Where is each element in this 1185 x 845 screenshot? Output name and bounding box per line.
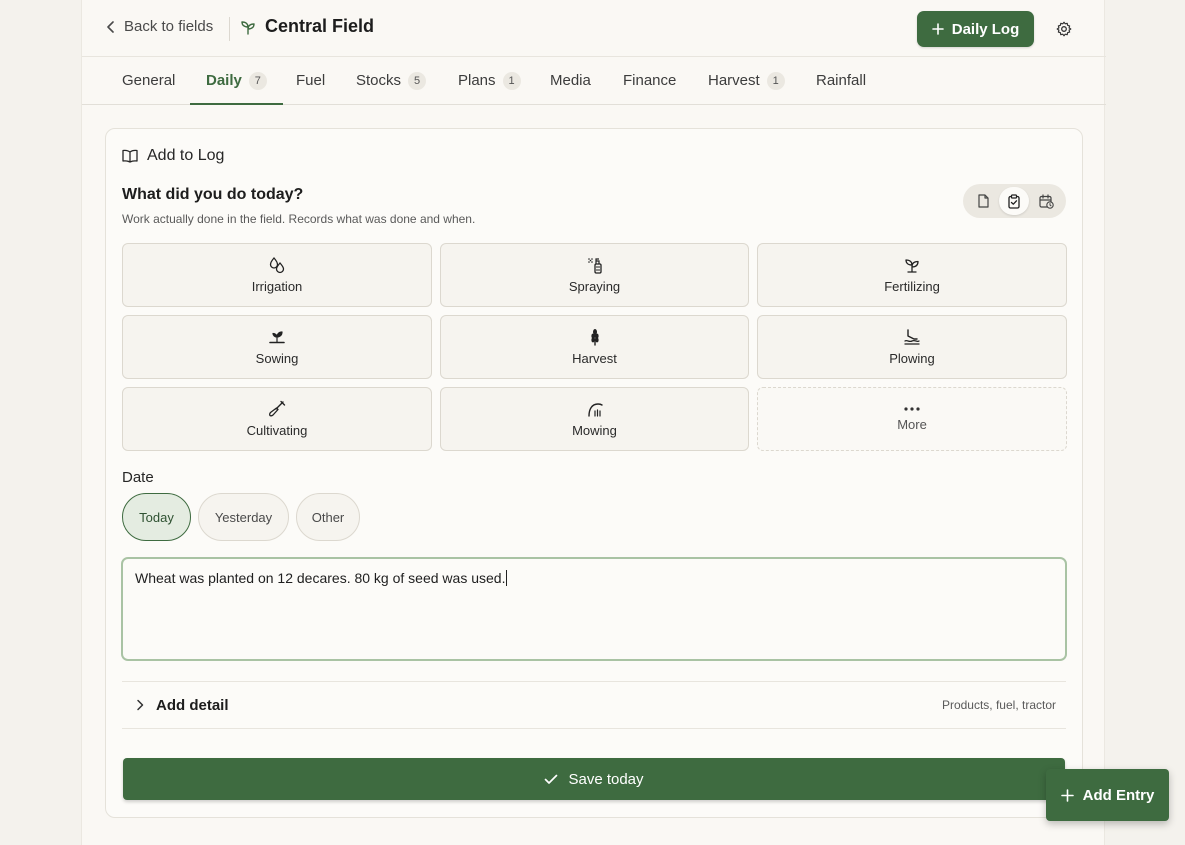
card-header: Add to Log (122, 147, 224, 165)
note-text: Wheat was planted on 12 decares. 80 kg o… (135, 570, 506, 586)
tab-daily[interactable]: Daily 7 (190, 57, 283, 105)
tab-media[interactable]: Media (550, 57, 591, 104)
field-name: Central Field (265, 16, 375, 36)
tab-count-badge: 1 (766, 71, 785, 90)
activity-harvest[interactable]: Harvest (440, 315, 749, 379)
tab-count-badge: 7 (248, 71, 267, 90)
tab-general[interactable]: General (122, 57, 175, 104)
activity-label: Cultivating (246, 423, 308, 438)
activity-label: Sowing (255, 351, 299, 366)
back-label: Back to fields (124, 18, 214, 35)
sprout-icon (240, 19, 256, 35)
seedling-icon (268, 328, 286, 346)
activity-label: Plowing (889, 351, 935, 366)
add-detail-hint: Products, fuel, tractor (941, 698, 1056, 712)
save-label: Save today (568, 770, 644, 788)
note-mode-button[interactable] (968, 187, 998, 215)
add-detail-toggle[interactable]: Add detail (122, 697, 229, 714)
tab-plans[interactable]: Plans 1 (458, 57, 521, 104)
add-detail-row: Add detail Products, fuel, tractor (122, 681, 1066, 729)
note-icon (976, 194, 990, 208)
date-other-pill[interactable]: Other (296, 493, 360, 541)
sprout-icon (903, 256, 921, 274)
date-options: Today Yesterday Other (122, 493, 360, 541)
log-note-textarea[interactable]: Wheat was planted on 12 decares. 80 kg o… (121, 557, 1067, 661)
activity-label: Spraying (568, 279, 621, 294)
add-entry-button[interactable]: Add Entry (1046, 769, 1169, 821)
plus-icon (931, 23, 944, 35)
gear-icon[interactable] (1054, 19, 1074, 39)
activity-sowing[interactable]: Sowing (122, 315, 432, 379)
tab-label: General (122, 72, 176, 89)
activity-label: Mowing (572, 423, 617, 438)
add-entry-label: Add Entry (1082, 786, 1155, 804)
activity-more[interactable]: More (757, 387, 1067, 451)
chevron-left-icon (106, 20, 116, 33)
tab-rainfall[interactable]: Rainfall (816, 57, 866, 104)
add-to-log-card: Add to Log What did you do today? Work a… (105, 128, 1083, 818)
activity-label: Harvest (572, 351, 617, 366)
activity-irrigation[interactable]: Irrigation (122, 243, 432, 307)
date-yesterday-pill[interactable]: Yesterday (198, 493, 289, 541)
plow-icon (903, 328, 921, 346)
spray-bottle-icon (586, 256, 604, 274)
log-mode-toggle (963, 184, 1066, 218)
wheat-icon (586, 328, 604, 346)
tab-count-badge: 1 (502, 71, 521, 90)
done-mode-button[interactable] (999, 187, 1030, 215)
daily-log-label: Daily Log (951, 20, 1020, 38)
tab-label: Plans (458, 72, 496, 89)
shovel-icon (268, 400, 286, 418)
back-to-fields-link[interactable]: Back to fields (106, 18, 213, 35)
chevron-right-icon (136, 699, 144, 711)
header-divider (229, 17, 230, 41)
check-icon (544, 774, 558, 785)
question-subtitle: Work actually done in the field. Records… (122, 212, 476, 226)
activity-grid: Irrigation Spraying Fertilizing Sowing H… (122, 243, 1067, 451)
tab-count-badge: 5 (408, 71, 427, 90)
book-open-icon (122, 149, 138, 163)
tab-bar: General Daily 7 Fuel Stocks 5 Plans 1 Me… (82, 57, 1106, 105)
activity-label: Irrigation (251, 279, 303, 294)
tab-harvest[interactable]: Harvest 1 (708, 57, 785, 104)
add-detail-label: Add detail (156, 696, 229, 714)
date-today-pill[interactable]: Today (122, 493, 191, 541)
calendar-clock-icon (1039, 193, 1054, 209)
date-label: Date (122, 469, 154, 486)
activity-label: Fertilizing (884, 279, 940, 294)
tab-label: Fuel (296, 72, 326, 89)
plus-icon (1060, 788, 1074, 802)
page-title: Central Field (240, 16, 374, 37)
tab-label: Media (550, 72, 591, 89)
question-heading: What did you do today? (122, 186, 304, 203)
header: Back to fields Central Field Daily Log (82, 0, 1106, 57)
page: Back to fields Central Field Daily Log G… (81, 0, 1106, 845)
text-caret (506, 570, 508, 586)
activity-fertilizing[interactable]: Fertilizing (757, 243, 1067, 307)
tab-label: Stocks (356, 72, 402, 89)
tab-finance[interactable]: Finance (623, 57, 676, 104)
droplets-icon (268, 256, 286, 274)
tab-fuel[interactable]: Fuel (296, 57, 325, 104)
activity-spraying[interactable]: Spraying (440, 243, 749, 307)
more-dots-icon (903, 406, 921, 412)
tab-label: Finance (623, 72, 677, 89)
tab-label: Daily (206, 72, 242, 89)
activity-label: More (897, 417, 927, 432)
tab-stocks[interactable]: Stocks 5 (356, 57, 427, 104)
activity-plowing[interactable]: Plowing (757, 315, 1067, 379)
activity-mowing[interactable]: Mowing (440, 387, 749, 451)
tab-label: Harvest (708, 72, 760, 89)
plan-mode-button[interactable] (1031, 187, 1061, 215)
save-today-button[interactable]: Save today (123, 758, 1065, 800)
daily-log-button[interactable]: Daily Log (917, 11, 1034, 47)
activity-cultivating[interactable]: Cultivating (122, 387, 432, 451)
tab-label: Rainfall (816, 72, 867, 89)
card-title: Add to Log (147, 147, 225, 164)
scythe-icon (586, 400, 604, 418)
clipboard-check-icon (1007, 193, 1021, 209)
